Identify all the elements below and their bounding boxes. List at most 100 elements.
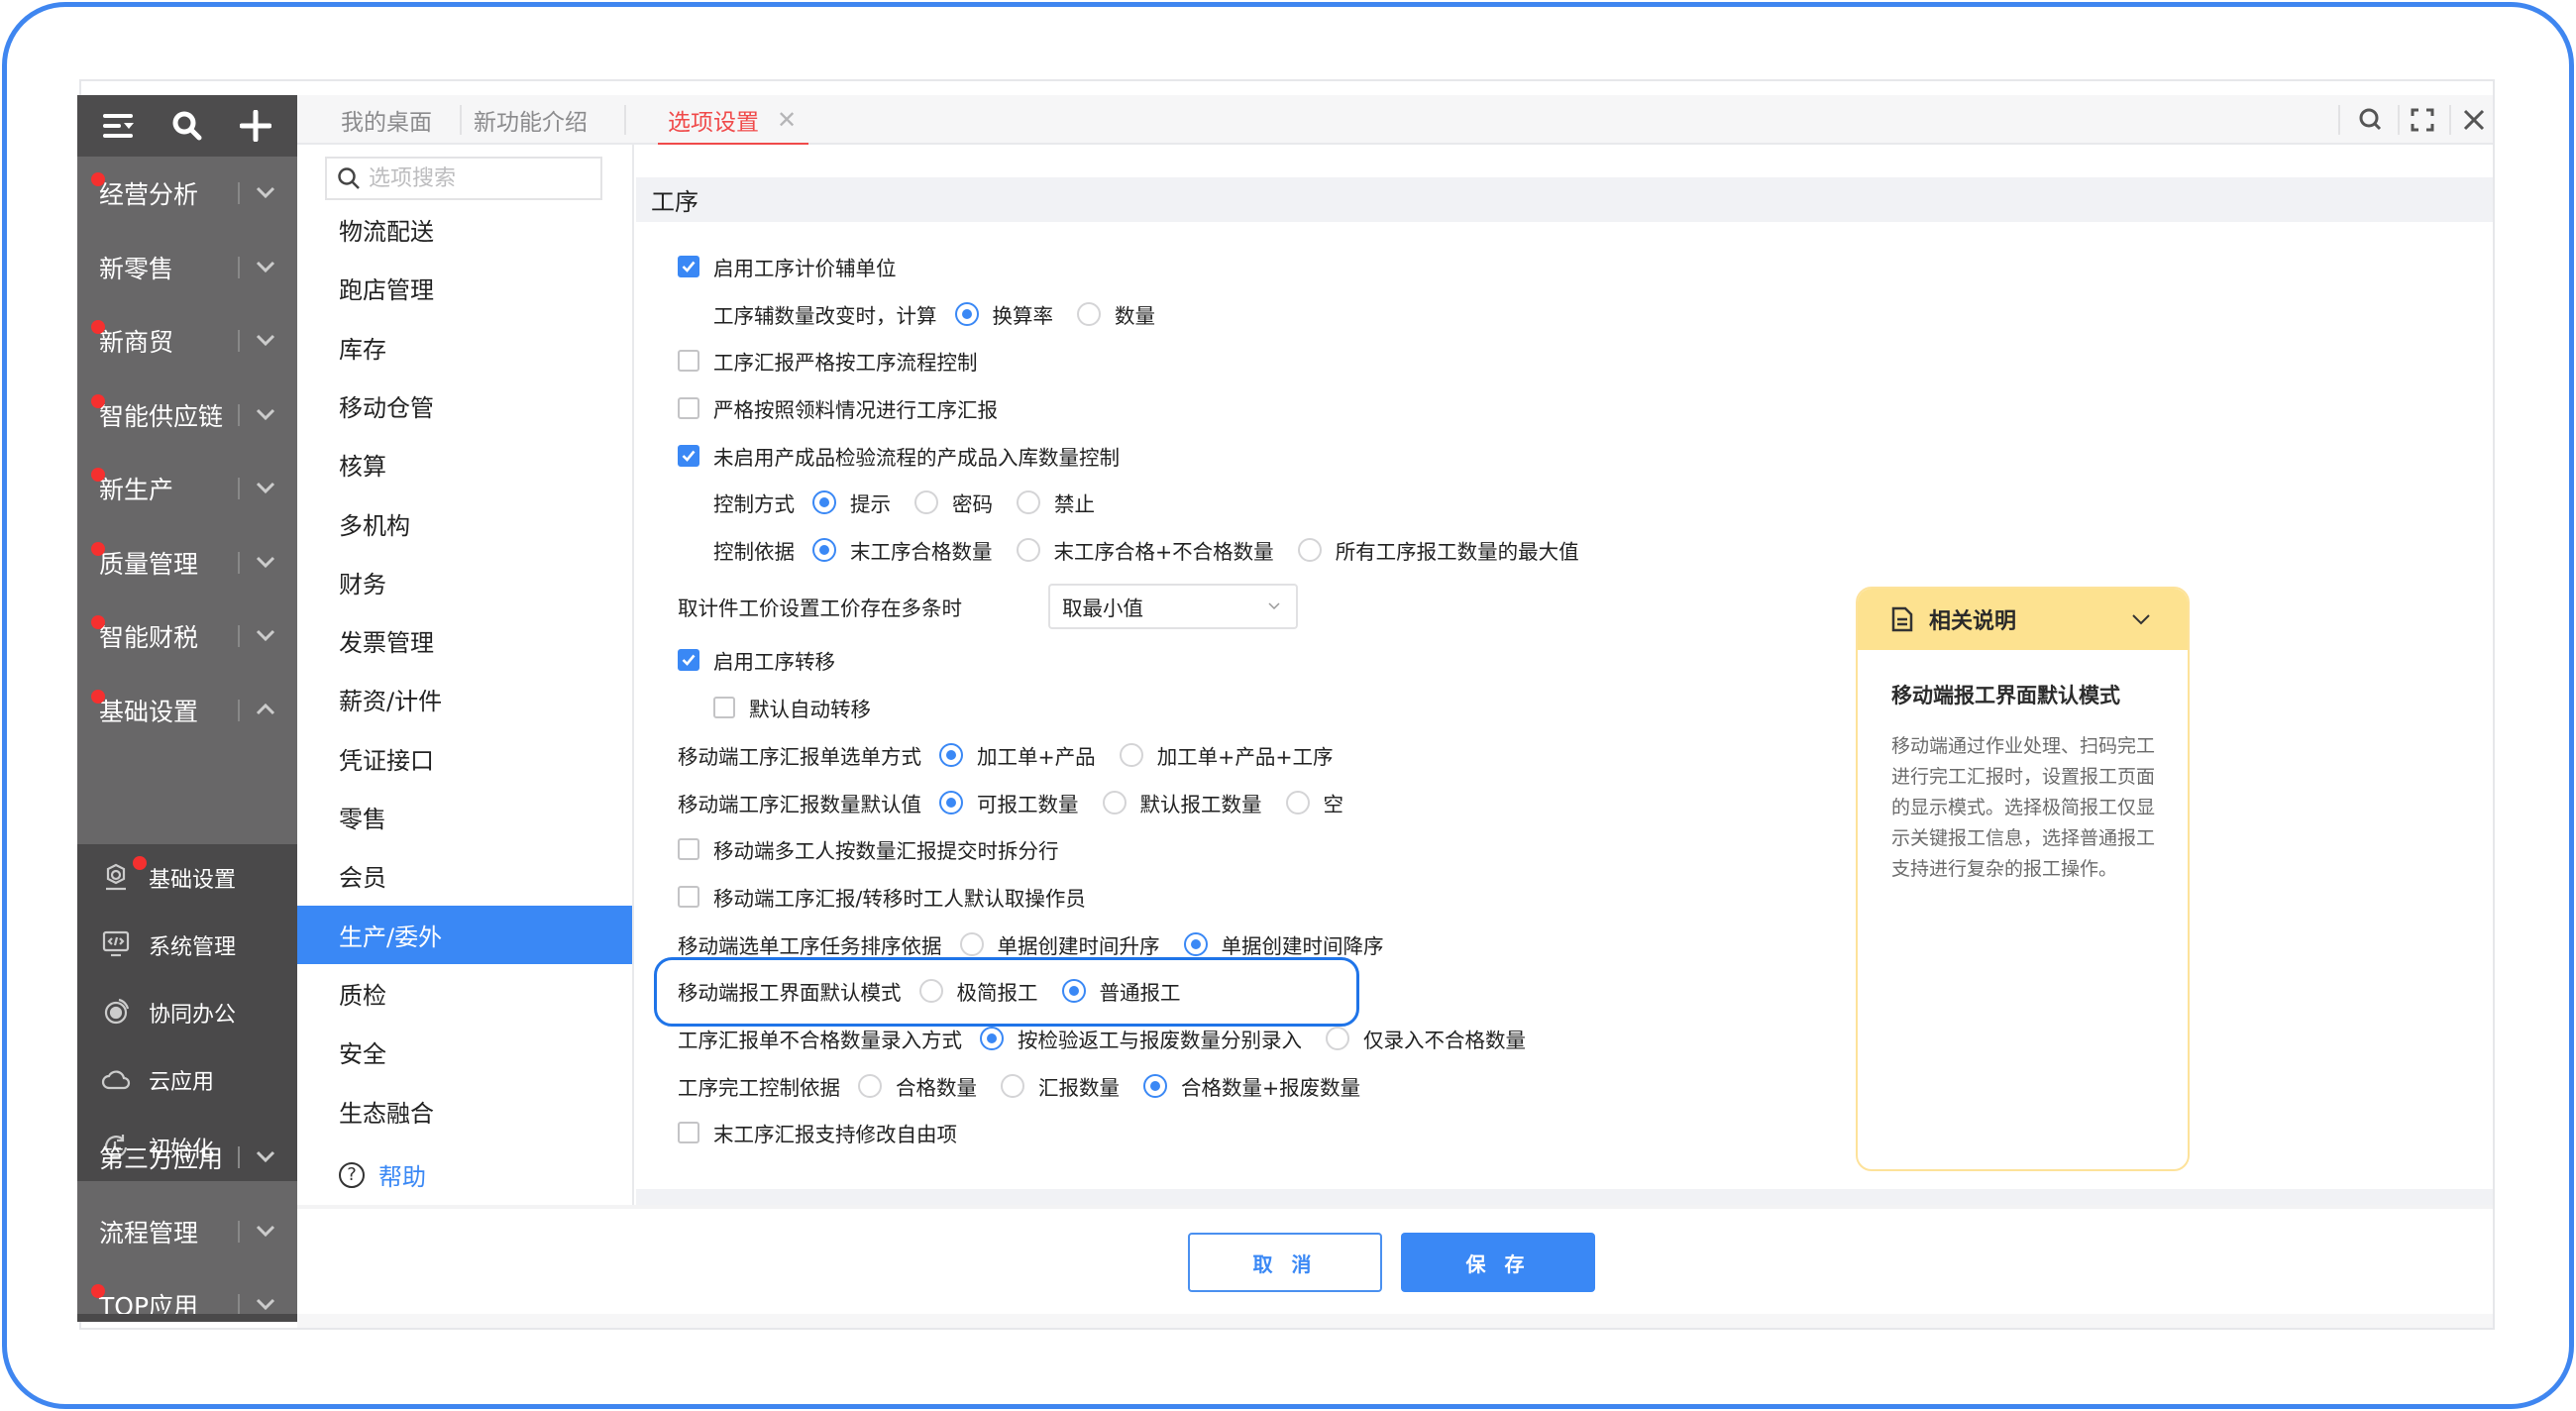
sidebar-subitem[interactable]: 协同办公 (77, 979, 297, 1046)
radio-label[interactable]: 单据创建时间降序 (1222, 929, 1384, 959)
radio-label[interactable]: 空 (1324, 788, 1344, 817)
sidebar-item[interactable]: 流程管理 (77, 1195, 297, 1268)
close-window-button[interactable] (2449, 95, 2499, 145)
sidebar-item[interactable]: 基础设置 (77, 674, 297, 747)
radio-button[interactable] (954, 302, 979, 326)
radio-button[interactable] (939, 743, 963, 767)
radio-button[interactable] (1016, 538, 1040, 562)
sidebar-item[interactable]: 第三方应用 (77, 1121, 297, 1194)
radio-label[interactable]: 可报工数量 (977, 788, 1079, 817)
search-icon[interactable] (167, 106, 207, 146)
cancel-button[interactable]: 取 消 (1188, 1233, 1382, 1292)
sidebar-item[interactable]: 智能供应链 (77, 379, 297, 452)
radio-label[interactable]: 合格数量 (896, 1071, 977, 1101)
radio-label[interactable]: 单据创建时间升序 (998, 929, 1160, 959)
sidebar-subitem[interactable]: 云应用 (77, 1046, 297, 1114)
radio-button[interactable] (980, 1027, 1004, 1050)
radio-label[interactable]: 加工单+产品 (977, 740, 1096, 770)
help-link[interactable]: ? 帮助 (297, 1145, 632, 1204)
options-nav-item[interactable]: 物流配送 (297, 200, 632, 259)
options-nav-item[interactable]: 会员 (297, 846, 632, 905)
radio-button[interactable] (959, 932, 984, 956)
window-search-button[interactable] (2346, 95, 2396, 145)
options-nav-item[interactable]: 核算 (297, 435, 632, 493)
sidebar-item[interactable]: 新生产 (77, 452, 297, 525)
checkbox[interactable] (678, 838, 699, 860)
radio-label[interactable]: 仅录入不合格数量 (1363, 1024, 1526, 1053)
sidebar-item[interactable]: 新商贸 (77, 304, 297, 378)
tab-my-desktop[interactable]: 我的桌面 (341, 95, 432, 145)
radio-button[interactable] (1143, 1074, 1167, 1098)
help-card-header[interactable]: 相关说明 (1858, 589, 2188, 650)
options-nav-item[interactable]: 生态融合 (297, 1082, 632, 1140)
checkbox[interactable] (678, 886, 699, 908)
radio-label[interactable]: 汇报数量 (1038, 1071, 1120, 1101)
options-nav-item[interactable]: 跑店管理 (297, 259, 632, 317)
menu-collapse-icon[interactable] (99, 106, 139, 146)
checkbox[interactable] (678, 256, 699, 277)
radio-label[interactable]: 禁止 (1054, 488, 1095, 517)
radio-label[interactable]: 加工单+产品+工序 (1157, 740, 1334, 770)
radio-button[interactable] (812, 538, 836, 562)
radio-label[interactable]: 换算率 (993, 299, 1054, 329)
radio-label[interactable]: 所有工序报工数量的最大值 (1336, 535, 1579, 565)
checkbox-label[interactable]: 末工序汇报支持修改自由项 (713, 1118, 957, 1147)
radio-button[interactable] (1102, 791, 1127, 814)
radio-button[interactable] (1119, 743, 1143, 767)
radio-label[interactable]: 合格数量+报废数量 (1181, 1071, 1360, 1101)
radio-button[interactable] (1285, 791, 1310, 814)
checkbox[interactable] (678, 397, 699, 419)
radio-button[interactable] (1001, 1074, 1024, 1098)
checkbox[interactable] (678, 350, 699, 372)
options-nav-item[interactable]: 库存 (297, 318, 632, 377)
chevron-down-icon[interactable] (2130, 608, 2152, 630)
radio-button[interactable] (939, 791, 963, 814)
tab-close-icon[interactable]: ✕ (777, 106, 797, 134)
radio-button[interactable] (914, 490, 938, 514)
checkbox-label[interactable]: 未启用产成品检验流程的产成品入库数量控制 (713, 441, 1120, 471)
checkbox[interactable] (678, 649, 699, 671)
radio-label[interactable]: 按检验返工与报废数量分别录入 (1018, 1024, 1302, 1053)
radio-label[interactable]: 末工序合格数量 (850, 535, 993, 565)
options-nav-item[interactable]: 凭证接口 (297, 729, 632, 788)
tab-new-features[interactable]: 新功能介绍 (474, 95, 588, 145)
sidebar-item[interactable]: 新零售 (77, 231, 297, 304)
radio-label[interactable]: 末工序合格+不合格数量 (1054, 535, 1274, 565)
tab-option-settings[interactable]: 选项设置 ✕ (658, 95, 809, 147)
options-nav-item[interactable]: 质检 (297, 964, 632, 1023)
sidebar-item[interactable]: 智能财税 (77, 599, 297, 673)
radio-button[interactable] (1326, 1027, 1349, 1050)
radio-label[interactable]: 密码 (952, 488, 993, 517)
radio-button[interactable] (812, 490, 836, 514)
price-rule-select[interactable]: 取最小值 (1048, 584, 1298, 629)
options-nav-item[interactable]: 零售 (297, 788, 632, 846)
checkbox-label[interactable]: 默认自动转移 (749, 693, 871, 722)
checkbox-label[interactable]: 启用工序转移 (713, 645, 835, 675)
plus-icon[interactable] (236, 106, 275, 146)
checkbox-label[interactable]: 工序汇报严格按工序流程控制 (713, 346, 978, 376)
options-nav-item[interactable]: 发票管理 (297, 611, 632, 670)
fullscreen-button[interactable] (2398, 95, 2447, 145)
sidebar-item[interactable]: 经营分析 (77, 157, 297, 230)
options-nav-item[interactable]: 移动仓管 (297, 377, 632, 435)
options-nav-item[interactable]: 安全 (297, 1023, 632, 1081)
sidebar-subitem[interactable]: 基础设置 (77, 844, 297, 912)
checkbox-label[interactable]: 移动端多工人按数量汇报提交时拆分行 (713, 834, 1059, 864)
radio-label[interactable]: 默认报工数量 (1140, 788, 1262, 817)
options-nav-item[interactable]: 多机构 (297, 494, 632, 553)
checkbox-label[interactable]: 启用工序计价辅单位 (713, 252, 897, 281)
radio-button[interactable] (858, 1074, 882, 1098)
radio-button[interactable] (1077, 302, 1101, 326)
sidebar-item[interactable]: TOP应用 (77, 1268, 297, 1342)
radio-button[interactable] (1017, 490, 1040, 514)
radio-button[interactable] (1297, 538, 1322, 562)
checkbox-label[interactable]: 严格按照领料情况进行工序汇报 (713, 393, 998, 423)
options-nav-item[interactable]: 生产/委外 (297, 905, 632, 964)
checkbox[interactable] (713, 697, 735, 718)
radio-button[interactable] (1183, 932, 1208, 956)
options-nav-item[interactable]: 财务 (297, 553, 632, 611)
checkbox[interactable] (678, 1122, 699, 1143)
radio-label[interactable]: 数量 (1115, 299, 1155, 329)
sidebar-subitem[interactable]: 系统管理 (77, 912, 297, 979)
options-nav-item[interactable]: 薪资/计件 (297, 670, 632, 728)
